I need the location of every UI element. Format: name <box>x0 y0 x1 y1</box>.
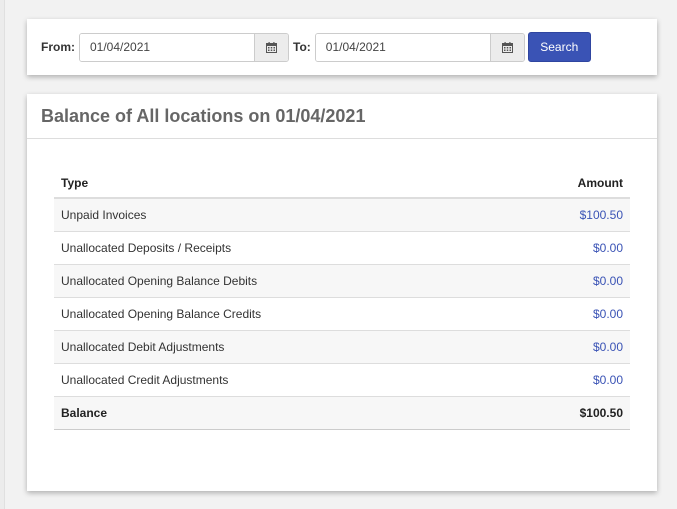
total-row: Balance $100.50 <box>54 396 630 430</box>
row-amount-link[interactable]: $0.00 <box>505 297 630 331</box>
to-label: To: <box>293 40 311 54</box>
to-date-input[interactable] <box>315 33 490 61</box>
row-amount-link[interactable]: $0.00 <box>505 330 630 364</box>
table-row: Unallocated Debit Adjustments $0.00 <box>54 330 630 364</box>
from-date-input[interactable] <box>80 33 254 61</box>
row-type: Unallocated Credit Adjustments <box>54 363 506 397</box>
to-calendar-button[interactable] <box>489 33 524 61</box>
calendar-icon <box>266 41 277 53</box>
table-row: Unpaid Invoices $100.50 <box>54 198 630 232</box>
search-button[interactable]: Search <box>527 32 591 62</box>
from-calendar-button[interactable] <box>254 33 288 61</box>
balance-card: Balance of All locations on 01/04/2021 T… <box>27 94 657 491</box>
calendar-icon <box>501 41 513 53</box>
total-label: Balance <box>54 396 506 430</box>
table-row: Unallocated Opening Balance Credits $0.0… <box>54 297 630 331</box>
table-row: Unallocated Deposits / Receipts $0.00 <box>54 231 630 265</box>
row-type: Unallocated Debit Adjustments <box>54 330 506 364</box>
row-amount-link[interactable]: $0.00 <box>505 363 630 397</box>
column-header-type: Type <box>54 168 506 199</box>
page-title: Balance of All locations on 01/04/2021 <box>41 105 366 126</box>
row-type: Unpaid Invoices <box>54 198 506 232</box>
column-header-amount: Amount <box>505 168 630 199</box>
table-row: Unallocated Credit Adjustments $0.00 <box>54 363 630 397</box>
row-amount-link[interactable]: $100.50 <box>505 198 630 232</box>
row-type: Unallocated Opening Balance Debits <box>54 264 506 298</box>
card-header: Balance of All locations on 01/04/2021 <box>27 94 657 139</box>
from-label: From: <box>41 40 75 54</box>
page-left-border <box>0 0 5 509</box>
balance-table: Type Amount Unpaid Invoices $100.50 Unal… <box>54 168 630 430</box>
from-date-group <box>79 32 289 62</box>
row-amount-link[interactable]: $0.00 <box>505 231 630 265</box>
to-date-group <box>314 32 525 62</box>
table-header-row: Type Amount <box>54 168 630 199</box>
date-filter-bar: From: To: <box>27 19 657 75</box>
row-type: Unallocated Deposits / Receipts <box>54 231 506 265</box>
row-amount-link[interactable]: $0.00 <box>505 264 630 298</box>
table-row: Unallocated Opening Balance Debits $0.00 <box>54 264 630 298</box>
total-amount: $100.50 <box>505 396 630 430</box>
row-type: Unallocated Opening Balance Credits <box>54 297 506 331</box>
